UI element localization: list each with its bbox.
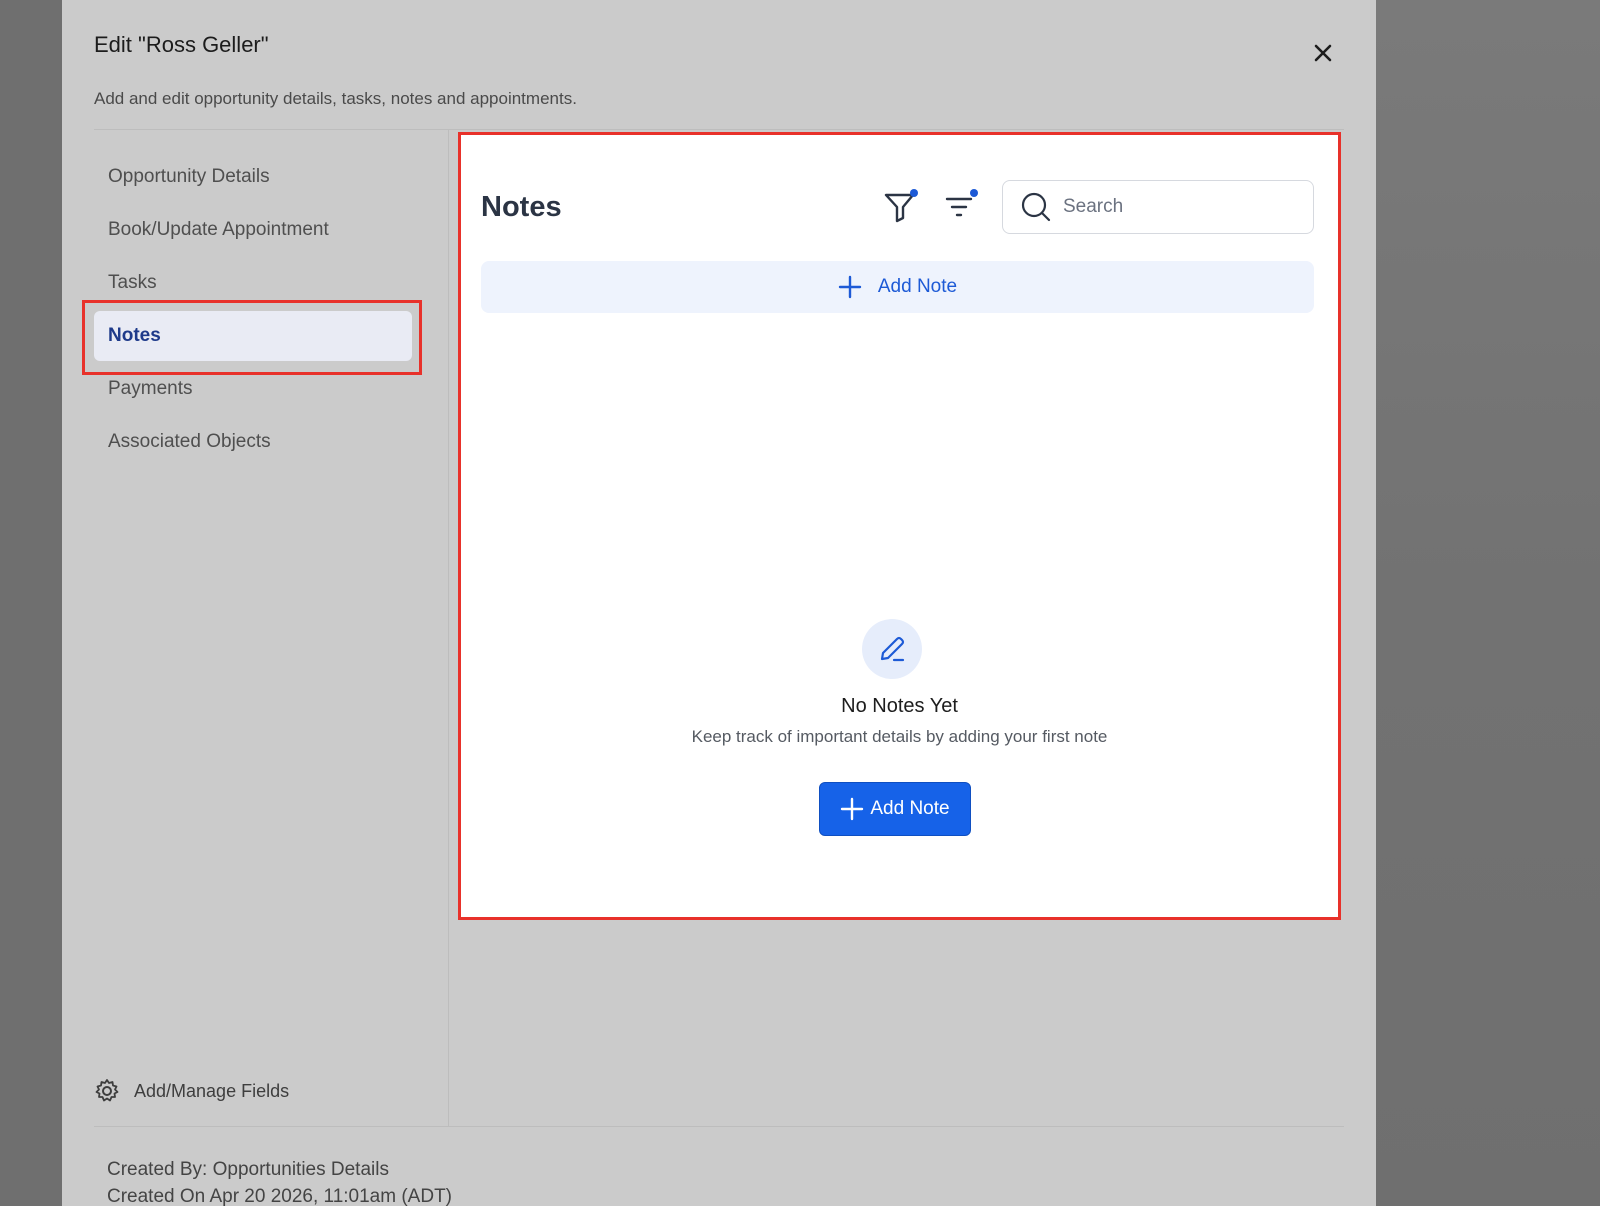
modal-title: Edit "Ross Geller" bbox=[94, 32, 269, 57]
close-button[interactable] bbox=[1306, 36, 1340, 70]
modal-backdrop-right bbox=[1376, 0, 1600, 1206]
search-box[interactable] bbox=[1002, 180, 1314, 234]
sidebar-item-book-update-appointment[interactable]: Book/Update Appointment bbox=[94, 205, 412, 255]
sidebar-item-associated-objects[interactable]: Associated Objects bbox=[94, 417, 412, 467]
search-input[interactable] bbox=[1063, 196, 1303, 218]
plus-icon bbox=[840, 797, 864, 821]
header-divider bbox=[94, 129, 1344, 130]
add-note-bar-button[interactable]: Add Note bbox=[481, 261, 1314, 313]
sort-icon bbox=[945, 189, 978, 217]
notes-panel: Notes Add bbox=[458, 132, 1341, 920]
add-note-bar-label: Add Note bbox=[877, 276, 958, 297]
sidebar-item-notes[interactable]: Notes bbox=[94, 311, 412, 361]
add-note-button-label: Add Note bbox=[870, 798, 950, 819]
sidebar-nav: Opportunity Details Book/Update Appointm… bbox=[94, 152, 434, 470]
add-note-button[interactable]: Add Note bbox=[819, 782, 971, 836]
modal-subtitle: Add and edit opportunity details, tasks,… bbox=[94, 89, 577, 108]
filter-button[interactable] bbox=[881, 187, 921, 227]
footer-divider bbox=[94, 1126, 1344, 1127]
notes-title: Notes bbox=[481, 191, 562, 223]
close-icon bbox=[1314, 44, 1332, 62]
sidebar-divider bbox=[448, 130, 449, 1126]
sidebar-item-payments[interactable]: Payments bbox=[94, 364, 412, 414]
modal-backdrop-left bbox=[0, 0, 62, 1206]
plus-icon bbox=[838, 275, 862, 299]
search-icon bbox=[1021, 192, 1051, 222]
gear-icon bbox=[95, 1079, 119, 1102]
sidebar-item-opportunity-details[interactable]: Opportunity Details bbox=[94, 152, 412, 202]
empty-state-description: Keep track of important details by addin… bbox=[691, 727, 1108, 746]
add-manage-fields-button[interactable]: Add/Manage Fields bbox=[94, 1078, 289, 1104]
sidebar-item-tasks[interactable]: Tasks bbox=[94, 258, 412, 308]
created-by-text: Created By: Opportunities Details bbox=[107, 1159, 389, 1180]
created-on-text: Created On Apr 20 2026, 11:01am (ADT) bbox=[107, 1186, 452, 1206]
edit-opportunity-modal: Edit "Ross Geller" Add and edit opportun… bbox=[62, 0, 1376, 1206]
empty-state-title: No Notes Yet bbox=[841, 695, 958, 717]
empty-state-icon bbox=[862, 619, 922, 679]
filter-icon bbox=[884, 189, 918, 223]
pen-icon bbox=[880, 636, 905, 662]
sort-button[interactable] bbox=[941, 187, 981, 227]
add-manage-fields-label: Add/Manage Fields bbox=[134, 1080, 290, 1101]
